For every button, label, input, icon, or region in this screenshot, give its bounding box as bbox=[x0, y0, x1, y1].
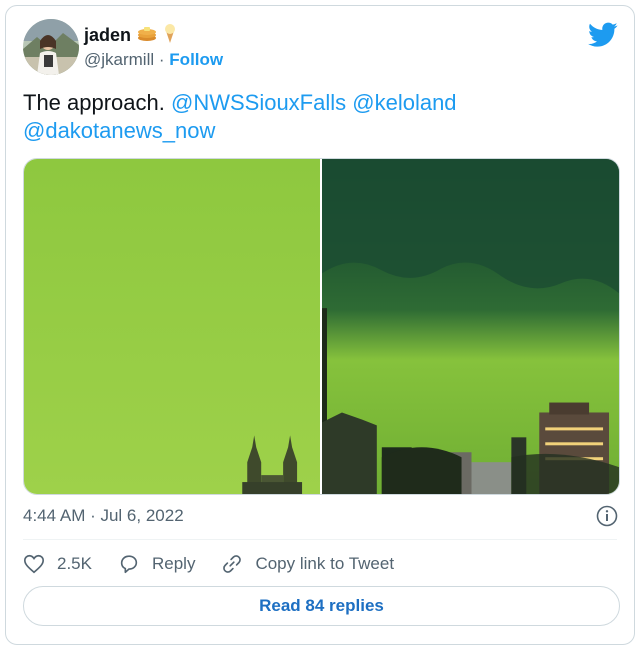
twitter-bird-icon[interactable] bbox=[588, 22, 618, 48]
divider bbox=[23, 539, 617, 540]
separator: · bbox=[158, 50, 165, 69]
info-icon[interactable] bbox=[596, 505, 618, 527]
follow-button[interactable]: Follow bbox=[169, 50, 223, 69]
reply-button[interactable]: Reply bbox=[118, 553, 195, 575]
mention-nwssiouxfalls[interactable]: @NWSSiouxFalls bbox=[171, 90, 346, 115]
avatar[interactable] bbox=[23, 19, 79, 75]
tweet-timestamp[interactable]: 4:44 AM · Jul 6, 2022 bbox=[23, 506, 184, 526]
user-info: jaden @jkarmill · Follow bbox=[84, 22, 223, 72]
action-bar: 2.5K Reply Copy link to Tweet bbox=[23, 551, 420, 577]
copy-link-label: Copy link to Tweet bbox=[255, 554, 395, 573]
media-grid bbox=[23, 158, 620, 495]
tweet-card: jaden @jkarmill · Follow The approach. @… bbox=[5, 5, 635, 645]
user-handle[interactable]: @jkarmill bbox=[84, 50, 154, 69]
display-name[interactable]: jaden bbox=[84, 25, 131, 46]
read-replies-button[interactable]: Read 84 replies bbox=[23, 586, 620, 626]
pancakes-icon bbox=[137, 24, 157, 47]
copy-link-button[interactable]: Copy link to Tweet bbox=[221, 553, 394, 575]
photo-green-sky-spires[interactable] bbox=[24, 159, 320, 494]
photo-storm-cloud-city[interactable] bbox=[322, 159, 619, 494]
ice-cream-icon bbox=[163, 23, 177, 48]
mention-dakotanews-now[interactable]: @dakotanews_now bbox=[23, 118, 215, 143]
tweet-text-lead: The approach. bbox=[23, 90, 171, 115]
like-count: 2.5K bbox=[57, 554, 92, 573]
link-icon bbox=[223, 555, 242, 573]
reply-label: Reply bbox=[151, 554, 196, 573]
mention-keloland[interactable]: @keloland bbox=[352, 90, 456, 115]
tweet-text: The approach. @NWSSiouxFalls @keloland @d… bbox=[23, 89, 613, 145]
reply-bubble-icon bbox=[120, 555, 138, 574]
heart-icon bbox=[24, 554, 44, 574]
like-button[interactable]: 2.5K bbox=[23, 553, 92, 575]
